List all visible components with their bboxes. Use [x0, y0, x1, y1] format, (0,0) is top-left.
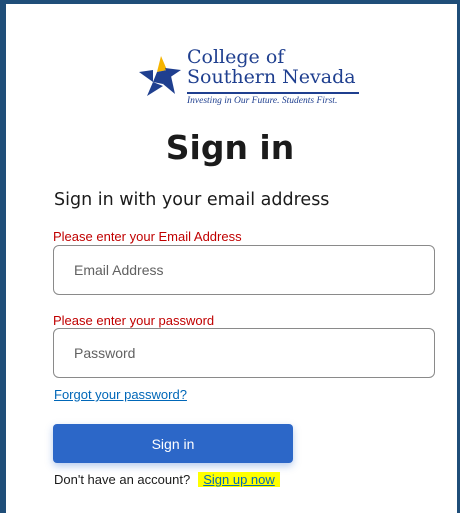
password-field[interactable]: [53, 328, 435, 378]
sign-up-link[interactable]: Sign up now: [198, 472, 280, 487]
signup-row: Don't have an account? Sign up now: [54, 472, 280, 487]
page-title: Sign in: [165, 128, 295, 167]
page-subtitle: Sign in with your email address: [54, 190, 330, 210]
no-account-text: Don't have an account?: [54, 472, 191, 487]
forgot-password-link[interactable]: Forgot your password?: [54, 387, 187, 402]
logo-text-line2: Southern Nevada: [187, 66, 356, 88]
email-field[interactable]: [53, 245, 435, 295]
logo-tagline: Investing in Our Future. Students First.: [187, 96, 338, 106]
window-frame-left: [0, 0, 6, 513]
password-error-message: Please enter your password: [53, 313, 215, 328]
college-logo: College of Southern Nevada Investing in …: [137, 44, 377, 124]
logo-text-line1: College of: [187, 46, 285, 68]
star-pinwheel-icon: [139, 56, 181, 96]
email-error-message: Please enter your Email Address: [53, 229, 242, 244]
logo-divider: [187, 92, 359, 94]
window-frame-top: [0, 0, 460, 4]
sign-in-button[interactable]: Sign in: [53, 424, 293, 463]
